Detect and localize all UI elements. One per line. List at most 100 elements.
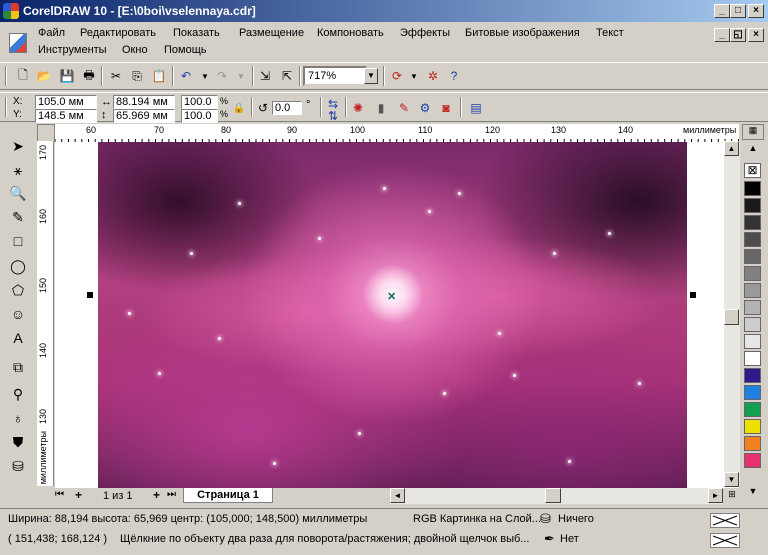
color-swatch[interactable] — [744, 334, 761, 349]
menu-window[interactable]: Окно — [122, 44, 148, 56]
drawing-canvas[interactable]: ✕ — [55, 142, 739, 488]
color-swatch[interactable] — [744, 198, 761, 213]
scale-x-field[interactable]: 100.0 — [181, 95, 218, 109]
interactive-blend-tool-icon[interactable]: ⧉ — [7, 357, 29, 377]
eyedropper-tool-icon[interactable]: ⚲ — [7, 384, 29, 404]
horizontal-scroll-thumb[interactable] — [545, 488, 561, 503]
first-page-icon[interactable]: ⏮ — [55, 489, 64, 500]
horizontal-ruler[interactable]: 60 70 80 90 100 110 120 130 140 миллимет… — [55, 124, 739, 143]
doc-restore-button[interactable]: ◱ — [730, 28, 746, 42]
copy-icon[interactable]: ⎘ — [128, 67, 146, 85]
color-swatch[interactable] — [744, 266, 761, 281]
launcher-dropdown-icon[interactable]: ▼ — [405, 67, 423, 85]
edit-bitmap-icon[interactable]: ▮ — [372, 99, 390, 117]
palette-options-icon[interactable]: ▦ — [742, 124, 764, 140]
palette-scroll-up-icon[interactable]: ▲ — [746, 143, 760, 153]
open-folder-icon[interactable]: 📂 — [35, 67, 53, 85]
bitmap-color-mask-icon[interactable]: ✺ — [349, 99, 367, 117]
menu-bitmaps[interactable]: Битовые изображения — [465, 27, 580, 39]
scroll-right-button[interactable]: ► — [708, 488, 723, 503]
y-position-field[interactable]: 148.5 мм — [35, 109, 97, 123]
scroll-left-button[interactable]: ◄ — [390, 488, 405, 503]
pick-tool-icon[interactable]: ➤ — [7, 136, 29, 156]
paste-icon[interactable]: 📋 — [150, 67, 168, 85]
redo-icon[interactable]: ↷ — [213, 67, 231, 85]
selection-handle-right[interactable] — [690, 292, 696, 298]
zoom-tool-icon[interactable]: 🔍 — [7, 183, 29, 203]
nebula-bitmap[interactable] — [98, 142, 687, 488]
new-document-icon[interactable]: 🗋 — [14, 67, 32, 85]
whats-this-icon[interactable]: ? — [445, 67, 463, 85]
corel-online-icon[interactable]: ✲ — [424, 67, 442, 85]
lock-ratio-icon[interactable]: 🔒 — [230, 99, 248, 117]
color-swatch[interactable] — [744, 232, 761, 247]
outline-tool-icon[interactable]: ♁ — [7, 408, 29, 428]
page-tab[interactable]: Страница 1 — [183, 488, 273, 503]
color-swatch[interactable] — [744, 249, 761, 264]
menu-view[interactable]: Показать — [173, 27, 220, 39]
freehand-tool-icon[interactable]: ✎ — [7, 207, 29, 227]
interactive-fill-tool-icon[interactable]: ⛁ — [7, 456, 29, 476]
scroll-down-button[interactable]: ▼ — [724, 472, 739, 487]
outline-swatch-none[interactable] — [710, 533, 740, 548]
color-swatch[interactable] — [744, 351, 761, 366]
add-page-before-icon[interactable]: + — [75, 488, 82, 502]
menu-text[interactable]: Текст — [596, 27, 624, 39]
rectangle-tool-icon[interactable]: □ — [7, 231, 29, 251]
color-swatch[interactable] — [744, 419, 761, 434]
color-swatch[interactable] — [744, 300, 761, 315]
menu-tools[interactable]: Инструменты — [38, 44, 107, 56]
fill-tool-icon[interactable]: ⛊ — [7, 432, 29, 452]
zoom-level-select[interactable]: 717% — [303, 66, 367, 86]
import-icon[interactable]: ⇲ — [256, 67, 274, 85]
resample-icon[interactable]: ⚙ — [416, 99, 434, 117]
maximize-button[interactable]: □ — [730, 4, 746, 18]
color-swatch[interactable] — [744, 385, 761, 400]
close-button[interactable]: × — [748, 4, 764, 18]
color-swatch[interactable] — [744, 402, 761, 417]
navigator-icon[interactable]: ⊞ — [725, 489, 739, 503]
trace-bitmap-icon[interactable]: ✎ — [395, 99, 413, 117]
shape-tool-icon[interactable]: ⚹ — [7, 160, 29, 180]
menu-help[interactable]: Помощь — [164, 44, 207, 56]
document-icon[interactable] — [9, 33, 27, 53]
crop-bitmap-icon[interactable]: ◙ — [437, 99, 455, 117]
width-field[interactable]: 88.194 мм — [113, 95, 175, 109]
last-page-icon[interactable]: ⏭ — [167, 489, 176, 500]
color-swatch[interactable] — [744, 453, 761, 468]
color-swatch[interactable] — [744, 436, 761, 451]
color-swatch[interactable] — [744, 317, 761, 332]
scroll-up-button[interactable]: ▲ — [724, 141, 739, 156]
color-swatch[interactable] — [744, 215, 761, 230]
ruler-origin[interactable] — [37, 124, 55, 142]
height-field[interactable]: 65.969 мм — [113, 109, 175, 123]
fill-swatch-none[interactable] — [710, 513, 740, 528]
wrap-text-icon[interactable]: ▤ — [467, 99, 485, 117]
color-swatch[interactable] — [744, 283, 761, 298]
palette-scroll-down-icon[interactable]: ▼ — [746, 486, 760, 496]
selection-handle-left[interactable] — [87, 292, 93, 298]
menu-edit[interactable]: Редактировать — [80, 27, 156, 39]
menu-layout[interactable]: Размещение — [239, 27, 304, 39]
coreldraw-app-icon[interactable] — [3, 3, 19, 19]
vertical-scrollbar[interactable]: ▲ ▼ — [724, 141, 740, 487]
cut-icon[interactable]: ✂ — [107, 67, 125, 85]
minimize-button[interactable]: _ — [714, 4, 730, 18]
menu-effects[interactable]: Эффекты — [400, 27, 450, 39]
color-swatch[interactable] — [744, 181, 761, 196]
redo-dropdown-icon[interactable]: ▼ — [232, 67, 250, 85]
color-swatch[interactable] — [744, 368, 761, 383]
scale-y-field[interactable]: 100.0 — [181, 109, 218, 123]
text-tool-icon[interactable]: A — [7, 328, 29, 348]
basic-shapes-tool-icon[interactable]: ☺ — [7, 304, 29, 324]
add-page-after-icon[interactable]: + — [153, 488, 160, 502]
horizontal-scrollbar[interactable]: ◄ ► — [390, 488, 723, 504]
doc-minimize-button[interactable]: _ — [714, 28, 730, 42]
doc-close-button[interactable]: × — [748, 28, 764, 42]
mirror-vertical-icon[interactable]: ⇅ — [324, 107, 342, 125]
save-icon[interactable]: 💾 — [58, 67, 76, 85]
export-icon[interactable]: ⇱ — [278, 67, 296, 85]
center-marker-icon[interactable]: ✕ — [387, 290, 396, 303]
undo-dropdown-icon[interactable]: ▼ — [196, 67, 214, 85]
application-launcher-icon[interactable]: ⟳ — [388, 67, 406, 85]
